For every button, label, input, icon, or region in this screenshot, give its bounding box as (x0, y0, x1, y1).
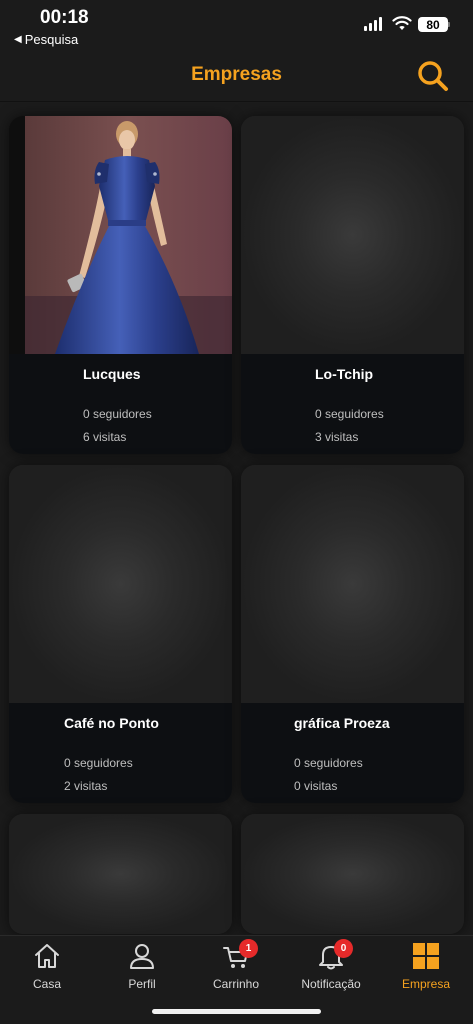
company-followers: 0 seguidores (294, 756, 363, 770)
dress-photo (9, 116, 232, 354)
company-image-placeholder (241, 116, 464, 354)
company-visits: 6 visitas (83, 430, 127, 444)
tab-casa[interactable]: Casa (0, 936, 94, 1006)
company-info: Lo-Tchip 0 seguidores 3 visitas (241, 354, 464, 454)
app-header: Empresas (0, 50, 473, 102)
company-visits: 3 visitas (315, 430, 359, 444)
grid-icon (413, 943, 439, 969)
notification-badge: 0 (334, 939, 353, 958)
company-image-placeholder (9, 814, 232, 934)
company-name: Lucques (83, 366, 141, 382)
wifi-icon (392, 16, 412, 30)
search-icon[interactable] (415, 58, 451, 94)
company-info: Lucques 0 seguidores 6 visitas (9, 354, 232, 454)
company-card-cafe-no-ponto[interactable]: Café no Ponto 0 seguidores 2 visitas (9, 465, 232, 803)
company-followers: 0 seguidores (64, 756, 133, 770)
company-name: Café no Ponto (64, 715, 159, 731)
company-image (9, 116, 232, 354)
company-visits: 0 visitas (294, 779, 338, 793)
company-image-placeholder (241, 814, 464, 934)
company-name: Lo-Tchip (315, 366, 374, 382)
company-card-lucques[interactable]: Lucques 0 seguidores 6 visitas (9, 116, 232, 454)
back-to-app-link[interactable]: ◀ Pesquisa (14, 32, 78, 47)
tab-label: Empresa (401, 977, 451, 991)
company-card-lo-tchip[interactable]: Lo-Tchip 0 seguidores 3 visitas (241, 116, 464, 454)
battery-icon: 80 (418, 17, 448, 32)
tab-label: Notificação (301, 977, 361, 991)
tab-label: Carrinho (212, 977, 260, 991)
company-followers: 0 seguidores (83, 407, 152, 421)
battery-level: 80 (426, 17, 440, 32)
page-title: Empresas (191, 64, 282, 85)
cellular-signal-icon (364, 17, 382, 31)
company-followers: 0 seguidores (315, 407, 384, 421)
tab-empresa[interactable]: Empresa (379, 936, 473, 1006)
tab-perfil[interactable]: Perfil (95, 936, 189, 1006)
back-app-label: Pesquisa (24, 32, 79, 47)
home-indicator (152, 1009, 321, 1014)
tab-carrinho[interactable]: 1 Carrinho (189, 936, 283, 1006)
status-time: 00:18 (40, 7, 89, 28)
company-visits: 2 visitas (64, 779, 108, 793)
back-triangle-icon: ◀ (14, 34, 22, 45)
company-image-placeholder (241, 465, 464, 703)
tab-label: Casa (32, 977, 61, 991)
company-card-grafica-proeza[interactable]: gráfica Proeza 0 seguidores 0 visitas (241, 465, 464, 803)
company-image-placeholder (9, 465, 232, 703)
tab-label: Perfil (128, 977, 156, 991)
company-info: gráfica Proeza 0 seguidores 0 visitas (241, 703, 464, 803)
company-info: Café no Ponto 0 seguidores 2 visitas (9, 703, 232, 803)
user-icon (130, 944, 154, 969)
tab-notificacao[interactable]: 0 Notificação (284, 936, 378, 1006)
home-icon (35, 944, 59, 968)
company-card-partial[interactable] (241, 814, 464, 934)
company-card-partial[interactable] (9, 814, 232, 934)
cart-badge: 1 (239, 939, 258, 958)
status-bar: 00:18 ◀ Pesquisa 80 (0, 0, 473, 50)
company-name: gráfica Proeza (294, 715, 390, 731)
company-grid: Lucques 0 seguidores 6 visitas Lo-Tchip … (0, 103, 473, 935)
